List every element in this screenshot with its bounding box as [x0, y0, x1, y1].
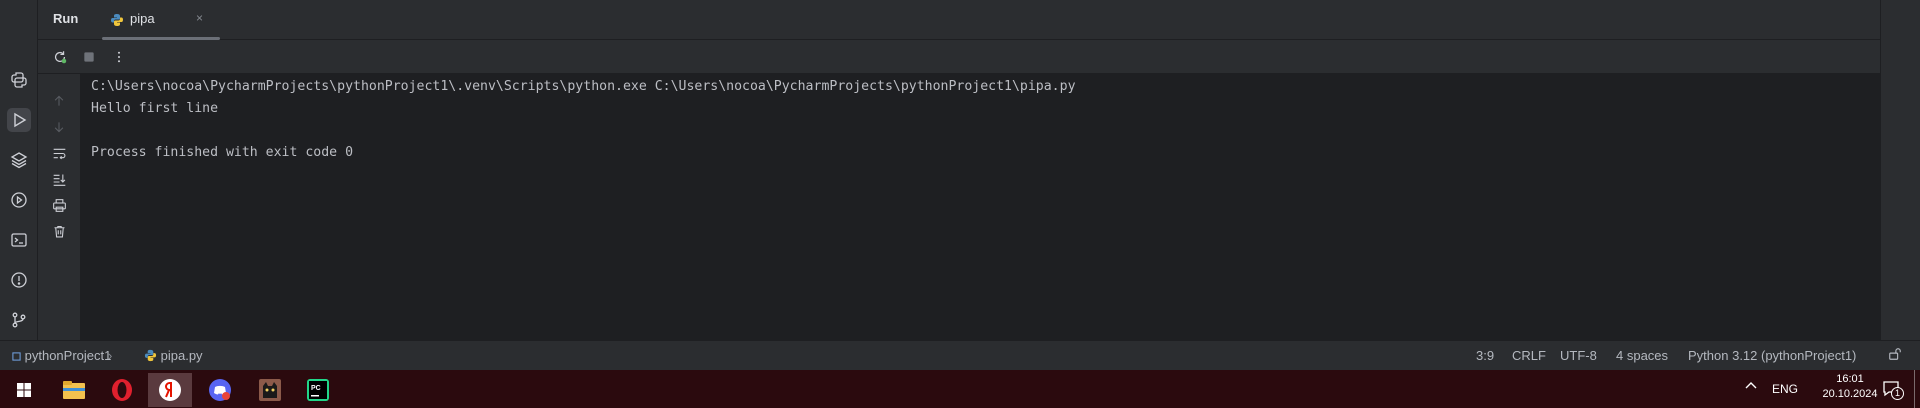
- git-icon[interactable]: [7, 308, 31, 332]
- opera-browser-icon[interactable]: [100, 373, 144, 407]
- tab-label: pipa: [130, 11, 155, 26]
- tab-close-icon[interactable]: ×: [196, 11, 203, 25]
- terminal-icon[interactable]: [7, 228, 31, 252]
- left-tool-strip: [0, 0, 38, 340]
- show-desktop-divider[interactable]: [1914, 370, 1915, 408]
- run-toolbar: [38, 40, 1880, 74]
- module-icon: [12, 352, 21, 361]
- notifications-icon[interactable]: 1: [1882, 380, 1904, 403]
- clock[interactable]: 16:01 20.10.2024: [1820, 373, 1880, 400]
- windows-taskbar: PC ENG 16:01 20.10.2024 1: [0, 370, 1920, 408]
- file-explorer-icon[interactable]: [52, 373, 96, 407]
- windows-start-icon[interactable]: [2, 373, 46, 407]
- python-console-icon[interactable]: [7, 68, 31, 92]
- console-line-command: C:\Users\nocoa\PycharmProjects\pythonPro…: [91, 79, 1076, 94]
- status-bar: pythonProject1 › pipa.py 3:9 CRLF UTF-8 …: [0, 340, 1920, 370]
- python-file-icon: [111, 14, 123, 26]
- scroll-to-end-icon[interactable]: [50, 170, 68, 188]
- console-line-output: Hello first line: [91, 101, 219, 116]
- yandex-browser-icon[interactable]: [148, 373, 192, 407]
- right-tool-strip: [1880, 0, 1920, 340]
- line-ending[interactable]: CRLF: [1512, 348, 1546, 363]
- run-panel-title: Run: [53, 11, 79, 26]
- breadcrumb-file[interactable]: pipa.py: [144, 348, 203, 363]
- console-gutter: [38, 74, 80, 340]
- breadcrumb-project[interactable]: pythonProject1: [12, 348, 111, 363]
- run-icon[interactable]: [7, 108, 31, 132]
- down-arrow-icon[interactable]: [50, 118, 68, 136]
- tab-pipa[interactable]: pipa ×: [102, 0, 220, 40]
- discord-icon[interactable]: [198, 373, 242, 407]
- notification-count-badge: 1: [1891, 387, 1904, 400]
- python-interpreter[interactable]: Python 3.12 (pythonProject1): [1688, 348, 1856, 363]
- project-name: pythonProject1: [24, 348, 112, 363]
- run-tabbar: Run pipa ×: [38, 0, 1880, 40]
- clock-time: 16:01: [1836, 373, 1864, 385]
- print-icon[interactable]: [50, 196, 68, 214]
- lock-icon[interactable]: [1888, 347, 1902, 364]
- tray-overflow-chevron-icon[interactable]: [1744, 380, 1758, 393]
- more-options-icon[interactable]: [110, 48, 128, 66]
- language-indicator[interactable]: ENG: [1772, 382, 1798, 396]
- clear-trash-icon[interactable]: [50, 222, 68, 240]
- clock-date: 20.10.2024: [1822, 388, 1878, 400]
- svg-text:PC: PC: [311, 385, 321, 392]
- breadcrumb-separator-icon: ›: [108, 348, 113, 363]
- pycharm-icon[interactable]: PC: [296, 373, 340, 407]
- ide-window: Run pipa × C:\Users\nocoa\PycharmProject…: [0, 0, 1920, 370]
- problems-icon[interactable]: [7, 268, 31, 292]
- cat-app-icon[interactable]: [248, 373, 292, 407]
- stop-icon[interactable]: [80, 48, 98, 66]
- file-encoding[interactable]: UTF-8: [1560, 348, 1597, 363]
- indent-setting[interactable]: 4 spaces: [1616, 348, 1668, 363]
- services-icon[interactable]: [7, 188, 31, 212]
- cursor-position[interactable]: 3:9: [1476, 348, 1494, 363]
- rerun-icon[interactable]: [51, 48, 69, 66]
- python-file-icon: [144, 349, 157, 362]
- console-line-exit: Process finished with exit code 0: [91, 145, 354, 160]
- console-output[interactable]: C:\Users\nocoa\PycharmProjects\pythonPro…: [80, 74, 1880, 340]
- layers-icon[interactable]: [7, 148, 31, 172]
- file-name: pipa.py: [160, 348, 203, 363]
- up-arrow-icon[interactable]: [50, 92, 68, 110]
- soft-wrap-icon[interactable]: [50, 144, 68, 162]
